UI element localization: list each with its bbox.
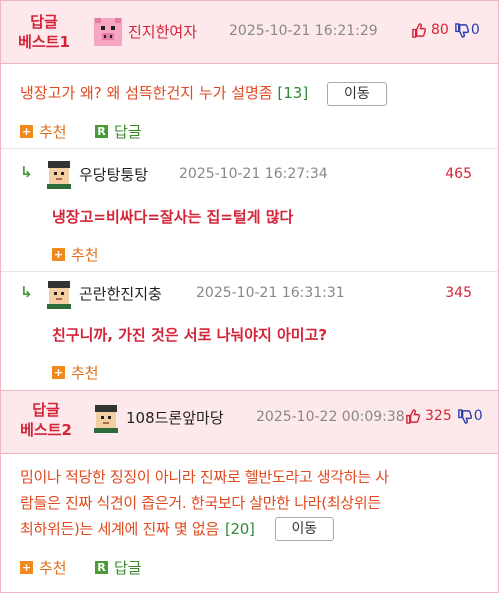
author-nickname[interactable]: 진지한여자: [128, 21, 197, 42]
down-count: 0: [470, 22, 480, 38]
thumb-up-icon[interactable]: [411, 22, 426, 38]
post-body: 냉장고가 왜? 왜 섬뜩한건지 누가 설명좀 [13] 이동: [20, 80, 387, 106]
post-title: 냉장고가 왜? 왜 섬뜩한건지 누가 설명좀: [20, 84, 273, 102]
post-date: 2025-10-22 00:09:38: [256, 409, 405, 425]
recommend-button[interactable]: + 추천: [52, 362, 99, 383]
plus-icon: +: [52, 366, 65, 379]
plus-icon: +: [20, 125, 33, 138]
best-label-line1: 답글: [32, 401, 60, 419]
reply-label: 답글: [114, 559, 142, 577]
best-label: 답글 베스트1: [14, 12, 74, 52]
score: 465: [445, 166, 472, 182]
recommend-label: 추천: [71, 246, 99, 264]
post-date: 2025-10-21 16:21:29: [229, 23, 378, 39]
reply-button[interactable]: R 답글: [95, 557, 142, 578]
post-date: 2025-10-21 16:27:34: [179, 166, 328, 182]
reply-arrow-icon: ↳: [20, 283, 33, 301]
recommend-button[interactable]: + 추천: [20, 557, 67, 578]
divider: [1, 453, 498, 454]
reply-arrow-icon: ↳: [20, 163, 33, 181]
thumb-up-icon[interactable]: [405, 408, 420, 424]
divider: [1, 63, 498, 64]
move-button[interactable]: 이동: [326, 81, 387, 106]
up-count: 325: [425, 408, 452, 424]
thumb-down-icon[interactable]: [457, 408, 472, 424]
post-body-line: 람들은 진짜 식견이 좁은거. 한국보다 살만한 나라(최상위든: [20, 494, 381, 512]
post-body-line: 최하위든)는 세계에 진짜 몇 없음: [20, 520, 219, 538]
down-count: 0: [473, 408, 483, 424]
pixel-head-avatar: [47, 281, 71, 309]
vote-area: 325 0: [405, 408, 483, 424]
reply-button[interactable]: R 답글: [95, 121, 142, 142]
best-label-line2: 베스트2: [20, 421, 72, 439]
recommend-button[interactable]: + 추천: [20, 121, 67, 142]
reply-count: [13]: [277, 84, 309, 102]
move-button[interactable]: 이동: [274, 517, 334, 541]
reply-body: 냉장고=비싸다=잘사는 집=털게 많다: [52, 208, 294, 226]
recommend-label: 추천: [71, 364, 99, 382]
score: 345: [445, 285, 472, 301]
r-icon: R: [95, 561, 108, 574]
plus-icon: +: [20, 561, 33, 574]
divider: [1, 148, 498, 149]
post-body-line: 밈이나 적당한 징징이 아니라 진짜로 헬반도라고 생각하는 사: [20, 468, 389, 486]
post-body: 밈이나 적당한 징징이 아니라 진짜로 헬반도라고 생각하는 사 람들은 진짜 …: [20, 464, 488, 542]
r-icon: R: [95, 125, 108, 138]
recommend-button[interactable]: + 추천: [52, 244, 99, 265]
up-count: 80: [431, 22, 449, 38]
post-date: 2025-10-21 16:31:31: [196, 285, 345, 301]
thumb-down-icon[interactable]: [454, 22, 469, 38]
pixel-head-avatar: [94, 405, 118, 433]
pixel-head-avatar: [47, 161, 71, 189]
plus-icon: +: [52, 248, 65, 261]
best-label-line2: 베스트1: [18, 33, 70, 51]
recommend-label: 추천: [39, 123, 67, 141]
author-nickname[interactable]: 우당탕퉁탕: [79, 164, 148, 185]
post-body-line-wrap: 최하위든)는 세계에 진짜 몇 없음 [20] 이동: [20, 516, 488, 542]
pig-avatar: [94, 18, 122, 46]
reply-label: 답글: [114, 123, 142, 141]
author-nickname[interactable]: 곤란한진지충: [79, 283, 162, 304]
reply-body: 친구니까, 가진 것은 서로 나눠야지 아미고?: [52, 326, 328, 344]
vote-area: 80 0: [411, 22, 480, 38]
divider: [1, 271, 498, 272]
recommend-label: 추천: [39, 559, 67, 577]
reply-count: [20]: [224, 520, 255, 538]
best-label: 답글 베스트2: [14, 400, 78, 440]
author-nickname[interactable]: 108드론앞마당: [126, 407, 224, 428]
best-label-line1: 답글: [30, 13, 58, 31]
